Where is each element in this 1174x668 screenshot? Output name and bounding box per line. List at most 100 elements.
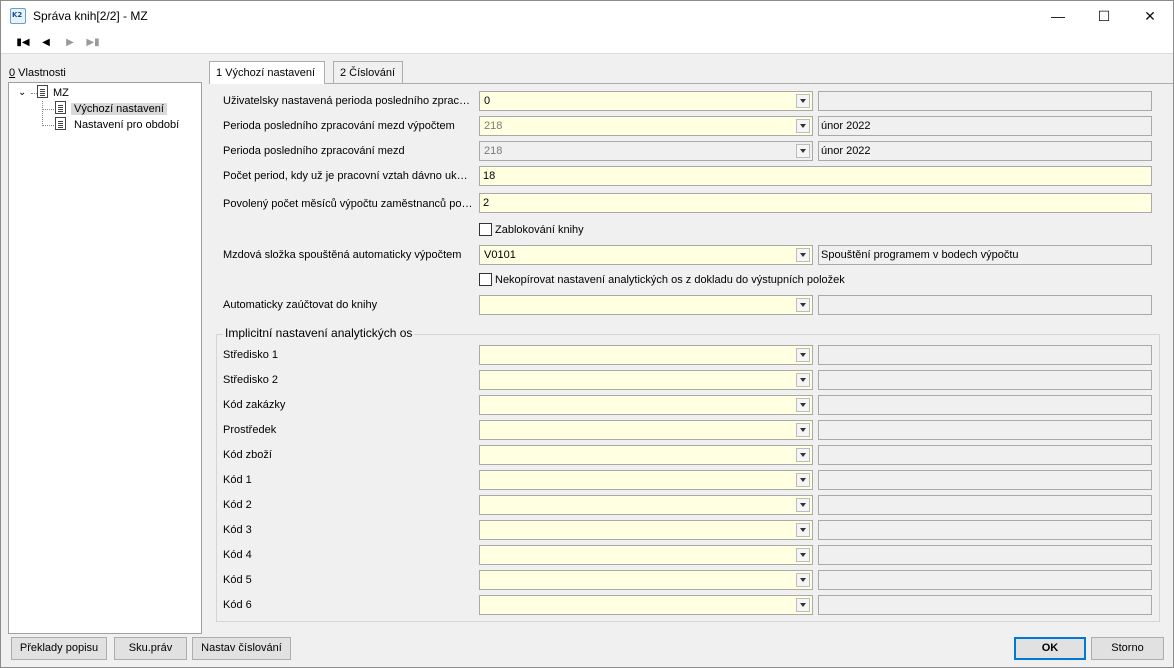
tree-item-vychozi-nastaveni[interactable]: Výchozí nastavení — [55, 101, 167, 117]
dropdown-arrow-icon[interactable] — [796, 573, 810, 587]
perioda-mezd-desc: únor 2022 — [818, 141, 1152, 161]
dropdown-arrow-icon[interactable] — [796, 448, 810, 462]
tabs: 1 Výchozí nastavení 2 Číslování — [209, 61, 1173, 84]
uzivatelska-perioda-desc — [818, 91, 1152, 111]
maximize-button[interactable]: ☐ — [1081, 1, 1127, 32]
povoleny-pocet-label: Povolený počet měsíců výpočtu zaměstnanc… — [223, 198, 473, 210]
dropdown-arrow-icon[interactable] — [796, 373, 810, 387]
group-row-label: Středisko 2 — [223, 374, 279, 386]
perioda-mezd-combo[interactable]: 218 — [479, 141, 813, 161]
window: K2 Správa knih[2/2] - MZ — ☐ ✕ ▮◀ ◀ ▶ ▶▮… — [0, 0, 1174, 668]
tab-vychozi-nastaveni[interactable]: 1 Výchozí nastavení — [209, 61, 325, 84]
group-row-combo[interactable] — [479, 545, 813, 565]
group-row-label: Kód 3 — [223, 524, 252, 536]
group-title: Implicitní nastavení analytických os — [223, 326, 415, 340]
pocet-period-input[interactable]: 18 — [479, 166, 1152, 186]
group-row-combo[interactable] — [479, 495, 813, 515]
dropdown-arrow-icon[interactable] — [796, 94, 810, 108]
document-icon — [55, 101, 66, 114]
group-row-label: Kód 1 — [223, 474, 252, 486]
group-row-desc — [818, 370, 1152, 390]
last-record-icon[interactable]: ▶▮ — [85, 36, 101, 50]
group-row-desc — [818, 595, 1152, 615]
group-row-combo[interactable] — [479, 445, 813, 465]
zauctovat-desc — [818, 295, 1152, 315]
group-row-combo[interactable] — [479, 370, 813, 390]
tree-item-nastaveni-pro-obdobi[interactable]: Nastavení pro období — [55, 117, 179, 133]
dropdown-arrow-icon[interactable] — [796, 348, 810, 362]
tab-cislovani[interactable]: 2 Číslování — [333, 61, 403, 83]
group-row-combo[interactable] — [479, 470, 813, 490]
title-bar: K2 Správa knih[2/2] - MZ — ☐ ✕ — [1, 1, 1173, 32]
mzdova-slozka-desc: Spouštění programem v bodech výpočtu — [818, 245, 1152, 265]
zauctovat-combo[interactable] — [479, 295, 813, 315]
dropdown-arrow-icon[interactable] — [796, 144, 810, 158]
next-record-icon[interactable]: ▶ — [62, 36, 78, 50]
properties-label: 0 Vlastnosti — [9, 67, 66, 79]
dropdown-arrow-icon[interactable] — [796, 548, 810, 562]
first-record-icon[interactable]: ▮◀ — [15, 36, 31, 50]
minimize-button[interactable]: — — [1035, 1, 1081, 32]
navigation-toolbar: ▮◀ ◀ ▶ ▶▮ — [1, 32, 1173, 54]
povoleny-pocet-input[interactable]: 2 — [479, 193, 1152, 213]
sku-prav-button[interactable]: Sku.práv — [114, 637, 187, 660]
group-row-label: Kód 5 — [223, 574, 252, 586]
group-row-combo[interactable] — [479, 420, 813, 440]
perioda-mezd-label: Perioda posledního zpracování mezd — [223, 145, 405, 157]
app-logo-icon: K2 — [10, 8, 26, 24]
dropdown-arrow-icon[interactable] — [796, 523, 810, 537]
ok-button[interactable]: OK — [1014, 637, 1086, 660]
group-row-combo[interactable] — [479, 395, 813, 415]
group-row-desc — [818, 445, 1152, 465]
dropdown-arrow-icon[interactable] — [796, 398, 810, 412]
group-row-desc — [818, 495, 1152, 515]
group-row-label: Kód zakázky — [223, 399, 286, 411]
dropdown-arrow-icon[interactable] — [796, 298, 810, 312]
group-row-label: Kód zboží — [223, 449, 272, 461]
group-row-label: Prostředek — [223, 424, 277, 436]
zauctovat-label: Automaticky zaúčtovat do knihy — [223, 299, 378, 311]
dropdown-arrow-icon[interactable] — [796, 598, 810, 612]
document-icon — [37, 85, 48, 98]
mzdova-slozka-combo[interactable]: V0101 — [479, 245, 813, 265]
group-row-combo[interactable] — [479, 570, 813, 590]
preklady-popisu-button[interactable]: Překlady popisu — [11, 637, 107, 660]
group-row-combo[interactable] — [479, 520, 813, 540]
group-row-desc — [818, 345, 1152, 365]
close-button[interactable]: ✕ — [1127, 1, 1173, 32]
group-row-desc — [818, 395, 1152, 415]
group-row-label: Kód 4 — [223, 549, 252, 561]
pocet-period-label: Počet period, kdy už je pracovní vztah d… — [223, 170, 473, 182]
nastav-cislovani-button[interactable]: Nastav číslování — [192, 637, 291, 660]
group-row-desc — [818, 545, 1152, 565]
group-row-desc — [818, 570, 1152, 590]
dropdown-arrow-icon[interactable] — [796, 119, 810, 133]
storno-button[interactable]: Storno — [1091, 637, 1164, 660]
mzdova-slozka-label: Mzdová složka spouštěná automaticky výpo… — [223, 249, 462, 261]
group-row-desc — [818, 470, 1152, 490]
uzivatelska-perioda-combo[interactable]: 0 — [479, 91, 813, 111]
perioda-vypoctem-combo[interactable]: 218 — [479, 116, 813, 136]
checkbox-icon[interactable] — [479, 273, 492, 286]
document-icon — [55, 117, 66, 130]
dropdown-arrow-icon[interactable] — [796, 498, 810, 512]
properties-tree[interactable]: ⌄ MZ Výchozí nastavení Nastavení pro obd… — [8, 82, 202, 634]
group-row-label: Kód 2 — [223, 499, 252, 511]
tree-root-mz[interactable]: MZ — [37, 85, 69, 101]
previous-record-icon[interactable]: ◀ — [38, 36, 54, 50]
dropdown-arrow-icon[interactable] — [796, 248, 810, 262]
perioda-vypoctem-label: Perioda posledního zpracování mezd výpoč… — [223, 120, 455, 132]
window-title: Správa knih[2/2] - MZ — [33, 9, 148, 23]
zablokovani-checkbox[interactable]: Zablokování knihy — [479, 223, 584, 239]
tree-collapse-icon[interactable]: ⌄ — [18, 85, 26, 101]
dropdown-arrow-icon[interactable] — [796, 423, 810, 437]
dropdown-arrow-icon[interactable] — [796, 473, 810, 487]
checkbox-icon[interactable] — [479, 223, 492, 236]
nekopirovat-checkbox[interactable]: Nekopírovat nastavení analytických os z … — [479, 273, 845, 289]
group-row-combo[interactable] — [479, 595, 813, 615]
group-row-combo[interactable] — [479, 345, 813, 365]
group-row-desc — [818, 420, 1152, 440]
group-row-label: Kód 6 — [223, 599, 252, 611]
uzivatelska-perioda-label: Uživatelsky nastavená perioda posledního… — [223, 95, 473, 107]
perioda-vypoctem-desc: únor 2022 — [818, 116, 1152, 136]
